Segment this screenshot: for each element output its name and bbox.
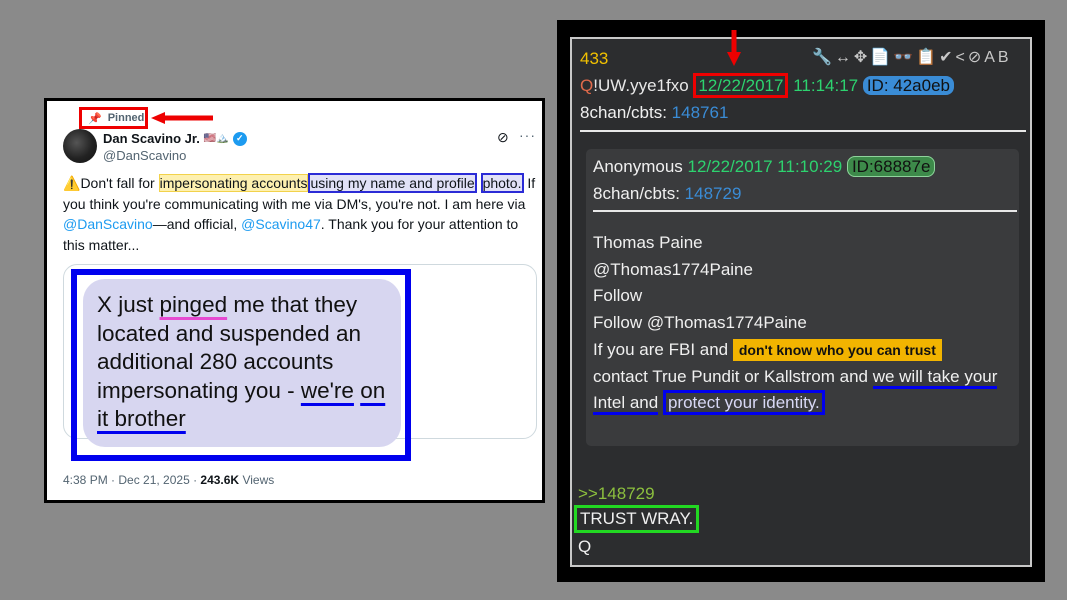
quoted-post: Anonymous 12/22/2017 11:10:29 ID:68887e … bbox=[586, 149, 1019, 446]
post-number[interactable]: 433 bbox=[580, 49, 608, 69]
body-line: contact True Pundit or Kallstrom and we … bbox=[593, 364, 1023, 391]
grok-icon[interactable]: ⊘ bbox=[497, 129, 509, 146]
post-header: Q!UW.yye1fxo 12/22/2017 11:14:17 ID: 42a… bbox=[580, 73, 955, 98]
box-photo: photo. bbox=[480, 173, 524, 193]
body-line: Follow bbox=[593, 286, 643, 306]
reply-link[interactable]: >>148729 bbox=[578, 484, 655, 504]
body-text: If you are FBI and bbox=[593, 339, 733, 359]
mention-link[interactable]: @Scavino47 bbox=[241, 216, 321, 232]
flag-icons: 🇺🇸🏔️ bbox=[203, 133, 229, 144]
body-text: contact True Pundit or Kallstrom and bbox=[593, 366, 873, 386]
views-count: 243.6K bbox=[200, 473, 240, 487]
timestamp-text[interactable]: 4:38 PM · Dec 21, 2025 · bbox=[63, 473, 200, 487]
author-name-text[interactable]: Dan Scavino Jr. bbox=[103, 131, 200, 146]
box-using-name: using my name and profile bbox=[308, 173, 477, 193]
body-line: If you are FBI and don't know who you ca… bbox=[593, 337, 1023, 364]
highlight-impersonating: impersonating accounts bbox=[158, 174, 309, 192]
quoted-board: 8chan/cbts: 148729 bbox=[593, 184, 741, 204]
tripcode: !UW.yye1fxo bbox=[593, 76, 694, 95]
quoted-post-body: Thomas Paine @Thomas1774Paine Follow Fol… bbox=[593, 230, 1023, 417]
post-time: 11:14:17 bbox=[788, 76, 863, 95]
underline-were: we're bbox=[300, 377, 354, 403]
mention-link[interactable]: @DanScavino bbox=[63, 216, 153, 232]
board-label: 8chan/cbts: bbox=[593, 184, 685, 203]
poster-name: Anonymous bbox=[593, 157, 688, 176]
body-line: @Thomas1774Paine bbox=[593, 259, 753, 279]
qpost-card: 433 🔧↔✥📄👓📋✔<⊘AB Q!UW.yye1fxo 12/22/2017 … bbox=[570, 37, 1032, 567]
red-arrow-left-icon bbox=[151, 112, 213, 124]
box-protect-identity: protect your identity. bbox=[662, 390, 825, 416]
quoted-id-badge: ID:68887e bbox=[846, 156, 936, 177]
toolbar-icons[interactable]: 🔧↔✥📄👓📋✔<⊘AB bbox=[812, 47, 1012, 67]
trip-q: Q bbox=[580, 76, 594, 95]
text-segment: —and official, bbox=[152, 216, 242, 232]
body-line: Follow @Thomas1774Paine bbox=[593, 313, 807, 333]
highlight-dont-know: don't know who you can trust bbox=[732, 338, 942, 361]
post-board: 8chan/cbts: 148761 bbox=[580, 103, 728, 123]
body-line: Thomas Paine bbox=[593, 233, 703, 252]
body-line: Intel and protect your identity. bbox=[593, 390, 1023, 417]
verified-badge-icon: ✓ bbox=[232, 131, 247, 146]
id-badge: ID: 42a0eb bbox=[862, 76, 955, 95]
red-arrow-down-icon bbox=[727, 30, 741, 66]
quoted-post-header: Anonymous 12/22/2017 11:10:29 ID:68887e bbox=[593, 156, 936, 177]
signature: Q bbox=[578, 537, 592, 556]
tweet-text: ⚠️Don't fall for impersonating accounts u… bbox=[63, 173, 537, 255]
avatar[interactable] bbox=[63, 129, 97, 163]
underline-intel: Intel and bbox=[593, 393, 659, 416]
underline-pinged: pinged bbox=[159, 292, 228, 317]
tweet-card[interactable]: 📌 Pinned Dan Scavino Jr. 🇺🇸🏔️ ✓ @DanScav… bbox=[44, 98, 545, 503]
bubble-text: X just bbox=[97, 292, 160, 317]
pinned-label: Pinned bbox=[107, 112, 145, 124]
board-label: 8chan/cbts: bbox=[580, 103, 672, 122]
text-segment: Don't fall for bbox=[80, 175, 159, 191]
pinned-label-box: 📌 Pinned bbox=[79, 107, 148, 129]
board-link[interactable]: 148761 bbox=[672, 103, 729, 122]
more-options-icon[interactable]: ··· bbox=[519, 127, 536, 143]
views-label: Views bbox=[239, 473, 275, 487]
trust-wray-box: TRUST WRAY. bbox=[574, 505, 700, 533]
author-name[interactable]: Dan Scavino Jr. 🇺🇸🏔️ ✓ bbox=[103, 131, 247, 146]
board-link[interactable]: 148729 bbox=[685, 184, 742, 203]
author-handle[interactable]: @DanScavino bbox=[103, 148, 186, 163]
warning-icon: ⚠️ bbox=[63, 175, 81, 191]
divider bbox=[593, 210, 1017, 212]
quoted-datetime: 12/22/2017 11:10:29 bbox=[687, 157, 847, 176]
message-bubble: X just pinged me that they located and s… bbox=[83, 279, 401, 447]
tweet-timestamp[interactable]: 4:38 PM · Dec 21, 2025 · 243.6K Views bbox=[63, 473, 274, 487]
divider bbox=[580, 130, 1026, 132]
underline-we-will-take: we will take your bbox=[872, 366, 998, 389]
pin-icon: 📌 bbox=[88, 112, 102, 125]
post-date-boxed: 12/22/2017 bbox=[693, 73, 789, 98]
